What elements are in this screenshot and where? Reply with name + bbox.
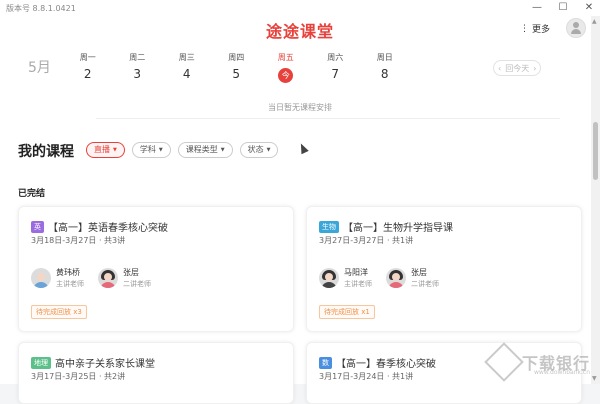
teacher-role: 主讲老师 [344,280,372,288]
course-card[interactable]: 英 【高一】英语春季核心突破 3月18日-3月27日 · 共3讲 黄玮桥主讲老师… [18,206,294,332]
filter-label: 直播 [94,145,110,154]
window-controls: — ☐ ✕ [530,1,596,15]
weekday-label: 周六 [327,53,344,62]
course-card[interactable]: 地理 高中亲子关系家长课堂 3月17日-3月25日 · 共2讲 [18,342,294,404]
course-title: 【高一】生物升学指导课 [343,223,453,234]
day-tue[interactable]: 周二 3 [113,52,163,82]
weekday-label: 周日 [376,53,393,62]
course-title: 【高一】春季核心突破 [336,359,436,370]
maximize-icon[interactable]: ☐ [556,1,570,15]
weekday-label: 周四 [228,53,245,62]
empty-schedule-text: 当日暂无课程安排 [268,103,332,112]
watermark-logo-icon [484,342,524,382]
date-label: 4 [182,67,191,81]
filter-course-type[interactable]: 课程类型 ▼ [177,142,233,158]
date-label: 7 [331,67,340,81]
subject-tag: 地理 [31,356,51,369]
title-bar: 版本号 8.8.1.0421 — ☐ ✕ [0,0,600,16]
filter-label: 学科 [139,145,156,154]
course-meta: 3月17日-3月25日 · 共2讲 [31,372,126,381]
teacher-name: 张层 [411,268,427,277]
teacher-avatar [319,268,339,288]
teacher: 张层 二讲老师 [98,267,151,289]
prev-week-icon[interactable]: ‹ [496,64,503,73]
pending-replay-badge: 待完成回放 x3 [31,305,87,319]
filter-status[interactable]: 状态 ▼ [239,142,279,158]
section-title: 我的课程 [18,144,74,160]
teacher-avatar [98,268,118,288]
filter-bar: 直播 ▼ 学科 ▼ 课程类型 ▼ 状态 ▼ [86,142,279,158]
more-dots-icon: ⋮ [519,23,529,34]
filter-label: 状态 [247,145,264,154]
teacher-avatar [386,268,406,288]
course-meta: 3月18日-3月27日 · 共3讲 [31,236,126,245]
scroll-down-icon[interactable]: ▼ [592,375,597,382]
day-mon[interactable]: 周一 2 [63,52,113,82]
course-title: 高中亲子关系家长课堂 [55,359,155,370]
course-title: 【高一】英语春季核心突破 [48,223,168,234]
teacher-avatar [31,268,51,288]
weekday-label: 周二 [129,53,146,62]
weekday-label: 周三 [178,53,195,62]
month-label: 5月 [28,60,51,76]
scroll-up-icon[interactable]: ▲ [592,18,597,25]
caret-down-icon: ▼ [266,147,271,153]
week-navigator: ‹ 回今天 › [493,60,542,76]
version-label: 版本号 8.8.1.0421 [6,4,76,13]
teacher-role: 二讲老师 [411,280,439,288]
teacher-name: 黄玮桥 [56,268,80,277]
filter-label: 课程类型 [185,145,218,154]
weekday-label: 周五 [277,53,294,62]
teacher-list: 黄玮桥主讲老师 张层二讲老师 [31,267,151,289]
week-days: 周一 2 周二 3 周三 4 周四 5 周五今 周六 7 周日 8 [63,52,410,83]
minimize-icon[interactable]: — [530,1,544,15]
course-meta: 3月17日-3月24日 · 共1讲 [319,372,414,381]
app-window: 版本号 8.8.1.0421 — ☐ ✕ 途途课堂 ⋮ 更多 5月 周一 2 周二… [0,0,600,404]
today-button[interactable]: 回今天 [503,63,531,74]
more-button[interactable]: ⋮ 更多 [519,22,550,36]
date-label: 2 [83,67,92,81]
more-label: 更多 [531,25,550,35]
watermark-subtext: www.downbank.cn [533,369,590,376]
weekday-label: 周一 [79,53,96,62]
brand-title: 途途课堂 [265,22,334,41]
subject-tag: 生物 [319,220,339,233]
date-label: 5 [232,67,241,81]
day-fri-today[interactable]: 周五今 [261,52,311,83]
user-avatar[interactable] [566,18,586,38]
teacher: 马阳洋 主讲老师 [319,267,372,289]
date-label: 8 [380,67,389,81]
course-card[interactable]: 生物 【高一】生物升学指导课 3月27日-3月27日 · 共1讲 马阳洋主讲老师… [306,206,582,332]
today-marker: 今 [278,68,294,83]
teacher-name: 马阳洋 [344,268,368,277]
day-wed[interactable]: 周三 4 [162,52,212,82]
teacher: 张层 二讲老师 [386,267,439,289]
next-week-icon[interactable]: › [531,64,538,73]
teacher-name: 张层 [123,268,139,277]
date-label: 3 [133,67,142,81]
scrollbar-thumb[interactable] [593,122,598,180]
mouse-cursor-icon [297,141,309,155]
subject-tag: 数 [319,356,332,369]
pending-replay-badge: 待完成回放 x1 [319,305,375,319]
completed-label: 已完结 [18,189,46,199]
filter-live[interactable]: 直播 ▼ [86,142,125,158]
day-sat[interactable]: 周六 7 [311,52,361,82]
teacher-role: 二讲老师 [123,280,151,288]
course-meta: 3月27日-3月27日 · 共1讲 [319,236,414,245]
filter-subject[interactable]: 学科 ▼ [131,142,171,158]
teacher-role: 主讲老师 [56,280,84,288]
scrollbar[interactable]: ▲ ▼ [591,16,600,384]
subject-tag: 英 [31,220,44,233]
caret-down-icon: ▼ [220,147,225,153]
caret-down-icon: ▼ [158,147,163,153]
divider [96,118,560,119]
teacher-list: 马阳洋主讲老师 张层二讲老师 [319,267,439,289]
watermark: 下载银行 www.downbank.cn [484,342,590,382]
close-icon[interactable]: ✕ [582,1,596,15]
day-sun[interactable]: 周日 8 [360,52,410,82]
teacher: 黄玮桥 主讲老师 [31,267,84,289]
day-thu[interactable]: 周四 5 [212,52,262,82]
caret-down-icon: ▼ [113,147,117,153]
